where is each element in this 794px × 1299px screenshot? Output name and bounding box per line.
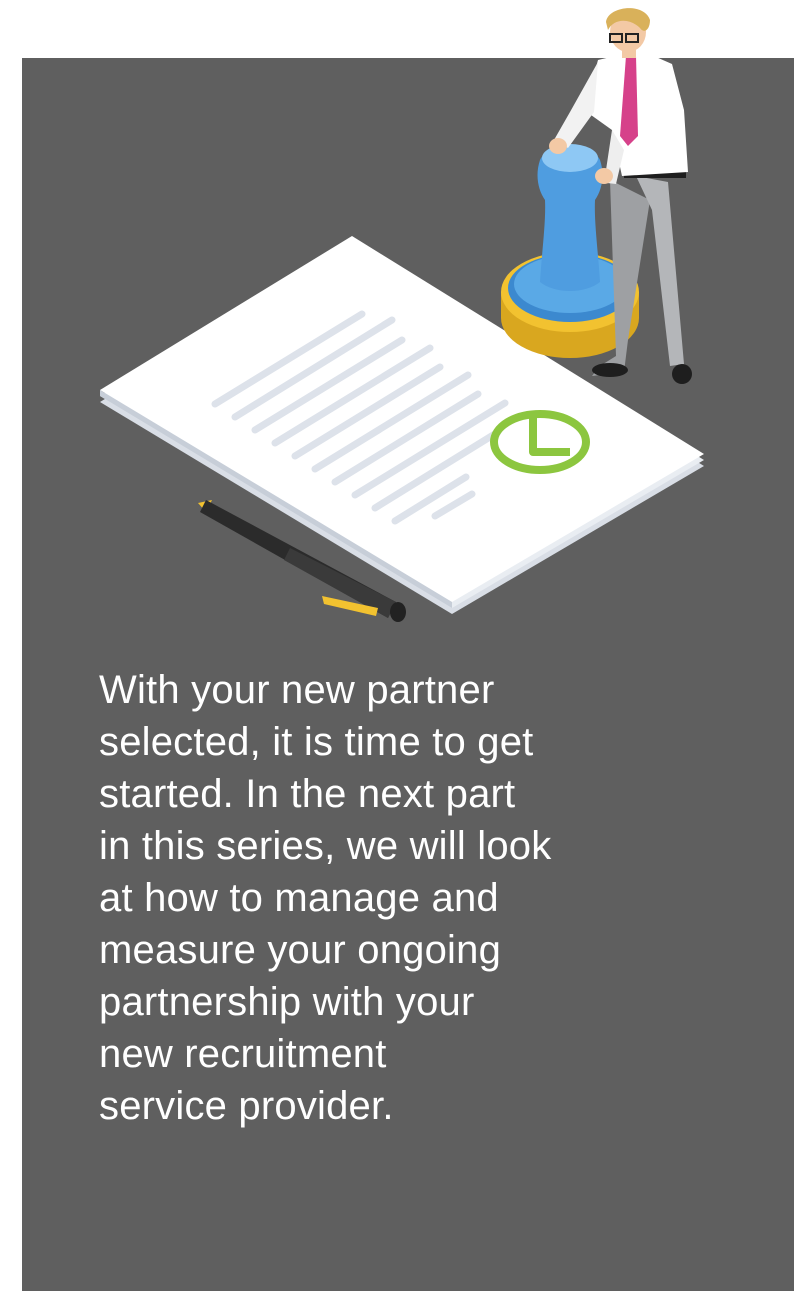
- body-paragraph: With your new partner selected, it is ti…: [99, 664, 699, 1132]
- body-line: With your new partner: [99, 668, 495, 712]
- body-line: at how to manage and: [99, 876, 499, 920]
- page: With your new partner selected, it is ti…: [0, 0, 794, 1299]
- body-line: new recruitment: [99, 1032, 387, 1076]
- body-line: started. In the next part: [99, 772, 516, 816]
- body-line: service provider.: [99, 1084, 394, 1128]
- approval-illustration: [100, 8, 704, 622]
- body-line: in this series, we will look: [99, 824, 552, 868]
- body-line: partnership with your: [99, 980, 475, 1024]
- body-line: selected, it is time to get: [99, 720, 534, 764]
- body-line: measure your ongoing: [99, 928, 502, 972]
